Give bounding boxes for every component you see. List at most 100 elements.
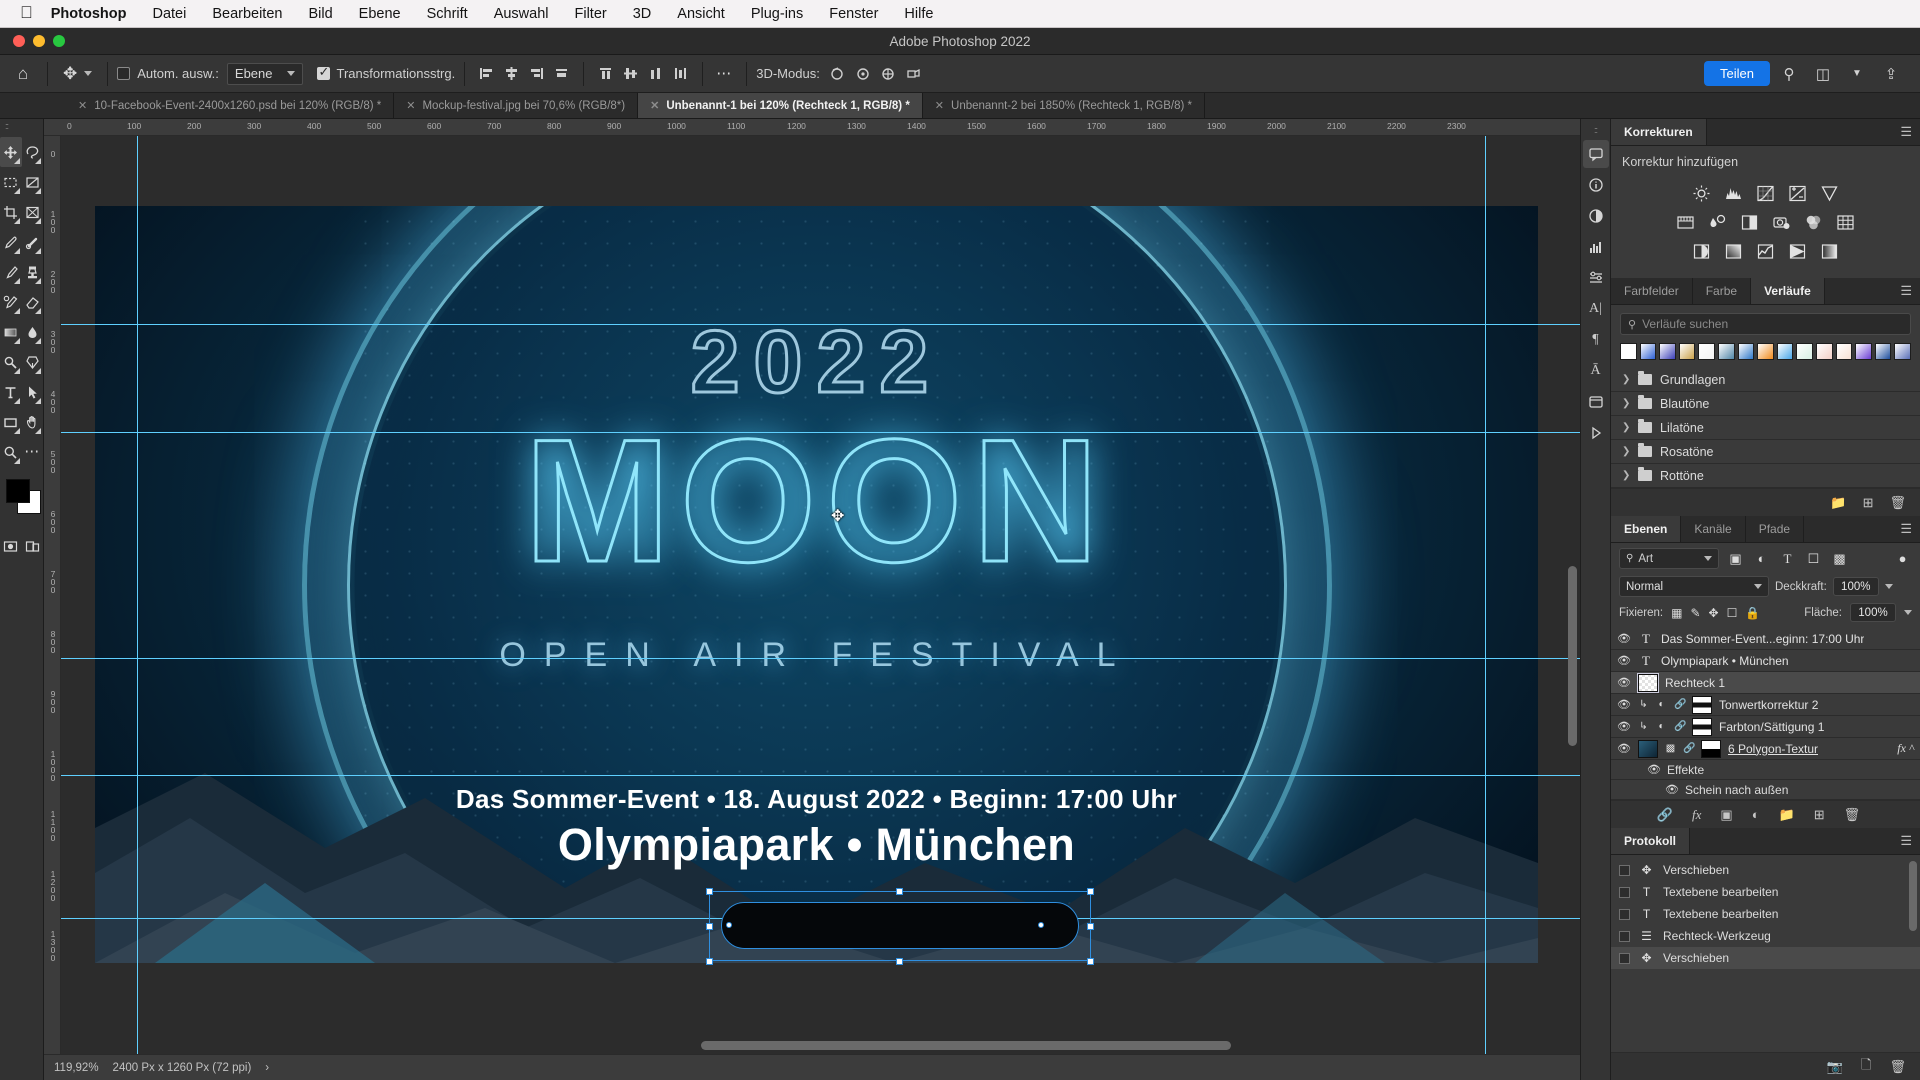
gradient-map-icon[interactable] [1787,241,1808,262]
clone-stamp-icon[interactable] [22,257,44,287]
type-tool-icon[interactable] [0,377,22,407]
posterize-icon[interactable] [1723,241,1744,262]
menu-item-filter[interactable]: Filter [562,6,620,22]
new-folder-icon[interactable]: 📁 [1830,495,1846,511]
layer-row[interactable]: 👁 ↳ ◐ 🔗 Tonwertkorrektur 2 [1611,694,1920,716]
color-lookup-icon[interactable] [1835,212,1856,233]
status-chevron-icon[interactable]: › [265,1062,269,1074]
align-left-edges-icon[interactable] [474,61,499,87]
delete-icon[interactable]: 🗑 [1889,1059,1906,1075]
fx-icon[interactable]: fx [1692,807,1701,823]
ellipsis-icon[interactable]: ⋯ [712,61,737,87]
quickmask-icon[interactable] [0,531,22,561]
paragraph-icon[interactable]: ¶ [1583,326,1609,354]
ruler-vertical[interactable]: 0 1 0 0 2 0 0 3 0 0 4 0 0 5 0 0 6 0 0 7 0 0 8 0 … [44,136,61,1080]
path-selection-icon[interactable] [22,377,44,407]
distribute-spacing-icon[interactable] [668,61,693,87]
hue-saturation-icon[interactable] [1675,212,1696,233]
layer-thumbnail[interactable] [1637,672,1659,693]
eraser-icon[interactable] [22,287,44,317]
screenmode-icon[interactable] [22,531,44,561]
invert-icon[interactable] [1691,241,1712,262]
delete-icon[interactable]: 🗑 [1889,495,1906,511]
chevron-right-icon[interactable]: ❯ [1622,374,1630,385]
path-anchor-point[interactable] [726,922,732,928]
history-row[interactable]: ✥ Verschieben [1611,859,1920,881]
new-adjustment-icon[interactable]: ◐ [1752,807,1760,822]
rotate-3d-icon[interactable] [826,61,851,87]
transform-handle[interactable] [896,888,903,895]
crop-tool-icon[interactable] [0,197,22,227]
curves-icon[interactable] [1755,183,1776,204]
link-mask-icon[interactable]: 🔗 [1674,699,1686,710]
tab-kanaele[interactable]: Kanäle [1681,516,1746,542]
transform-handle[interactable] [896,958,903,965]
chevron-right-icon[interactable]: ❯ [1622,398,1630,409]
menu-item-fenster[interactable]: Fenster [816,6,891,22]
gradient-search-input[interactable]: ⚲ Verläufe suchen [1620,313,1911,335]
gradient-group-row[interactable]: ❯ Rosatöne [1611,440,1920,464]
distribute-vertical-centers-icon[interactable] [618,61,643,87]
lock-position-icon[interactable]: ✥ [1709,606,1719,620]
color-balance-icon[interactable] [1707,212,1728,233]
canvas-stage[interactable]: 2022 MOON OPEN AIR FESTIVAL Das Sommer-E… [61,136,1580,1080]
magic-wand-icon[interactable] [22,167,44,197]
panel-menu-icon[interactable]: ☰ [1892,119,1920,145]
eye-icon[interactable]: 👁 [1617,698,1631,711]
move-tool-icon[interactable] [0,137,22,167]
foreground-color-swatch[interactable] [6,479,30,503]
tab-ebenen[interactable]: Ebenen [1611,516,1682,542]
menu-item-hilfe[interactable]: Hilfe [891,6,946,22]
chevron-right-icon[interactable]: ❯ [1622,422,1630,433]
close-icon[interactable]: ✕ [78,99,87,112]
pen-tool-icon[interactable] [22,347,44,377]
selective-color-icon[interactable] [1819,241,1840,262]
panel-menu-icon[interactable]: ☰ [1892,278,1920,304]
chevron-down-icon[interactable] [84,71,93,76]
menu-item-ebene[interactable]: Ebene [346,6,414,22]
workspace-icon[interactable]: ◫ [1808,60,1838,88]
artboard[interactable]: 2022 MOON OPEN AIR FESTIVAL Das Sommer-E… [95,206,1538,963]
layer-filter-select[interactable]: ⚲ Art [1619,548,1719,569]
new-gradient-icon[interactable]: ⊞ [1863,495,1874,511]
gradient-swatch[interactable] [1855,343,1872,360]
layer-row[interactable]: 👁 ▩ 🔗 6 Polygon-Textur fx ^ [1611,738,1920,760]
comment-icon[interactable] [1582,140,1609,168]
share-button[interactable]: Teilen [1704,61,1770,86]
brightness-contrast-icon[interactable] [1691,183,1712,204]
layer-row[interactable]: 👁 ↳ ◐ 🔗 Farbton/Sättigung 1 [1611,716,1920,738]
menu-item-photoshop[interactable]: Photoshop [47,6,140,22]
menu-item-3d[interactable]: 3D [620,6,665,22]
healing-brush-icon[interactable] [22,227,44,257]
menu-item-bild[interactable]: Bild [295,6,345,22]
gradient-swatch[interactable] [1776,343,1794,360]
link-layers-icon[interactable]: 🔗 [1657,807,1673,823]
transform-handle[interactable] [1087,888,1094,895]
roll-3d-icon[interactable] [851,61,876,87]
layer-row[interactable]: 👁 T Olympiapark • München [1611,650,1920,672]
adjustment-filter-icon[interactable]: ◐ [1752,551,1771,566]
eye-icon[interactable]: 👁 [1617,720,1631,733]
chevron-right-icon[interactable]: ❯ [1622,446,1630,457]
history-snapshot-box[interactable] [1619,908,1630,920]
history-snapshot-box[interactable] [1619,864,1630,876]
layer-mask-thumbnail[interactable] [1692,717,1712,736]
gradient-swatch[interactable] [1894,343,1911,360]
eye-icon[interactable]: 👁 [1617,654,1631,667]
blend-mode-select[interactable]: Normal [1619,576,1769,597]
document-tab-active[interactable]: ✕ Unbenannt-1 bei 120% (Rechteck 1, RGB/… [638,93,923,118]
more-tools-icon[interactable]: ⋯ [22,437,44,467]
chevron-down-icon[interactable]: ▼ [1842,60,1872,88]
hand-tool-icon[interactable] [22,407,44,437]
transform-handle[interactable] [706,888,713,895]
vibrance-icon[interactable] [1819,183,1840,204]
threshold-icon[interactable] [1755,241,1776,262]
minimize-window-button[interactable] [33,35,45,47]
layer-effects-group[interactable]: 👁 Effekte [1611,760,1920,780]
gradient-swatch[interactable] [1678,343,1696,360]
glyphs-icon[interactable]: Ā [1583,357,1609,385]
filter-toggle-icon[interactable]: ● [1893,551,1912,566]
distribute-bottom-icon[interactable] [643,61,668,87]
history-brush-icon[interactable] [0,287,22,317]
search-icon[interactable]: ⚲ [1774,60,1804,88]
